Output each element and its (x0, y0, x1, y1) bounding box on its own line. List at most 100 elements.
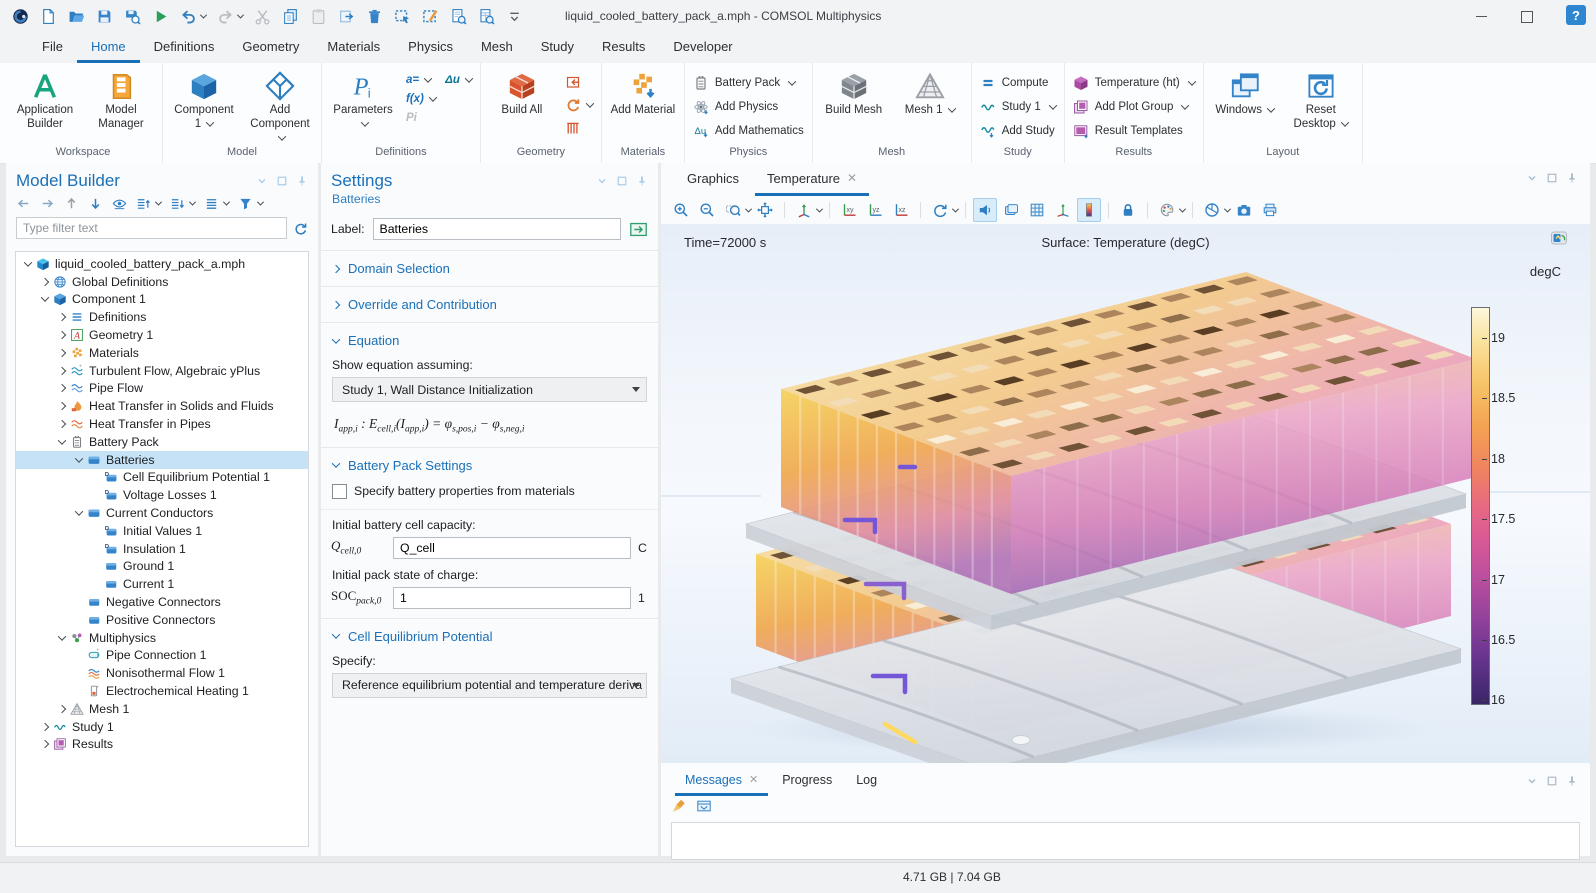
tree-node-component-1[interactable]: Component 1 (16, 291, 308, 309)
cell-potential-dropdown[interactable]: Reference equilibrium potential and temp… (332, 673, 647, 698)
axes-button[interactable] (1051, 198, 1075, 222)
list-down-button[interactable] (170, 196, 195, 211)
ribbon-build-mesh-button[interactable]: Build Mesh (821, 66, 887, 118)
ribbon-reset-desktop-button[interactable]: Reset Desktop (1288, 66, 1354, 132)
menu-tab-study[interactable]: Study (527, 33, 588, 63)
panel-menu-chevron-icon[interactable] (256, 175, 268, 187)
list-up-button[interactable] (136, 196, 161, 211)
specify-from-materials-checkbox[interactable] (332, 484, 347, 499)
view-xz-button[interactable]: xz (889, 198, 913, 222)
ribbon-mini-button[interactable]: a= (406, 74, 431, 86)
funnel-button[interactable] (238, 196, 263, 211)
ribbon-application-builder-button[interactable]: Application Builder (12, 66, 78, 132)
run-button[interactable] (150, 6, 171, 27)
tree-node-insulation-1[interactable]: DInsulation 1 (16, 540, 308, 558)
rename-icon[interactable] (629, 220, 648, 239)
palette-button[interactable] (1155, 198, 1179, 222)
zoom-extents-button[interactable] (753, 198, 777, 222)
tree-node-initial-values-1[interactable]: DInitial Values 1 (16, 522, 308, 540)
shutter-button[interactable] (1200, 198, 1224, 222)
view-xy-button[interactable]: xy (837, 198, 861, 222)
tree-node-definitions[interactable]: Definitions (16, 308, 308, 326)
tree-node-study-1[interactable]: Study 1 (16, 718, 308, 736)
show-eye-button[interactable] (112, 196, 127, 211)
scene-light-button[interactable] (999, 198, 1023, 222)
menu-tab-results[interactable]: Results (588, 33, 659, 63)
new-file-button[interactable] (38, 6, 59, 27)
ribbon-component-1-button[interactable]: Component 1 (171, 66, 237, 132)
tree-node-cell-equilibrium-potential-1[interactable]: DCell Equilibrium Potential 1 (16, 469, 308, 487)
help-button[interactable]: ? (1566, 5, 1586, 25)
equation-assuming-dropdown[interactable]: Study 1, Wall Distance Initialization (332, 377, 647, 402)
section-equation[interactable]: Equation (321, 323, 658, 358)
minimize-button[interactable] (1458, 0, 1504, 33)
section-cell-equilibrium-potential[interactable]: Cell Equilibrium Potential (321, 619, 658, 654)
tree-node-negative-connectors[interactable]: Negative Connectors (16, 593, 308, 611)
open-folder-button[interactable] (66, 6, 87, 27)
go-view-button[interactable] (792, 198, 816, 222)
tree-node-positive-connectors[interactable]: Positive Connectors (16, 611, 308, 629)
zoom-in-button[interactable] (669, 198, 693, 222)
tree-node-liquid-cooled-battery-pack-a-mph[interactable]: liquid_cooled_battery_pack_a.mph (16, 255, 308, 273)
section-override-contribution[interactable]: Override and Contribution (321, 287, 658, 322)
tree-node-nonisothermal-flow-1[interactable]: Nonisothermal Flow 1 (16, 664, 308, 682)
tree-node-mesh-1[interactable]: Mesh 1 (16, 700, 308, 718)
graphics-tab-graphics[interactable]: Graphics (675, 163, 751, 196)
grid-button[interactable] (1025, 198, 1049, 222)
view-yz-button[interactable]: yz (863, 198, 887, 222)
paste-button[interactable] (308, 6, 329, 27)
ribbon-add-plot-group-button[interactable]: Add Plot Group (1073, 99, 1195, 115)
tree-node-geometry-1[interactable]: AGeometry 1 (16, 326, 308, 344)
ribbon-compute-button[interactable]: Compute (980, 75, 1056, 91)
panel-maximize-icon[interactable] (276, 175, 288, 187)
label-input[interactable] (373, 218, 621, 240)
messages-output[interactable] (671, 822, 1580, 860)
refresh-icon[interactable] (293, 221, 308, 236)
panel-maximize-icon[interactable] (1546, 775, 1558, 787)
menu-tab-developer[interactable]: Developer (659, 33, 746, 63)
menu-tab-materials[interactable]: Materials (313, 33, 394, 63)
maximize-button[interactable] (1504, 0, 1550, 33)
tree-node-heat-transfer-in-pipes[interactable]: Heat Transfer in Pipes (16, 415, 308, 433)
tree-node-turbulent-flow-algebraic-yplus[interactable]: *Turbulent Flow, Algebraic yPlus (16, 362, 308, 380)
rotate-button[interactable] (928, 198, 952, 222)
ribbon-mini-button[interactable]: Pi (406, 112, 417, 124)
tree-node-multiphysics[interactable]: Multiphysics (16, 629, 308, 647)
tree-node-global-definitions[interactable]: Global Definitions (16, 273, 308, 291)
tree-node-ground-1[interactable]: Ground 1 (16, 558, 308, 576)
arrow-right-button[interactable] (40, 196, 55, 211)
select-region-button[interactable] (392, 6, 413, 27)
ribbon-mini-button[interactable] (565, 120, 581, 136)
section-domain-selection[interactable]: Domain Selection (321, 251, 658, 286)
graphics-tab-temperature[interactable]: Temperature✕ (755, 163, 869, 196)
ribbon-mini-button[interactable] (565, 74, 581, 90)
list-plain-button[interactable] (204, 196, 229, 211)
tree-node-battery-pack[interactable]: Battery Pack (16, 433, 308, 451)
ribbon-result-templates-button[interactable]: Result Templates (1073, 123, 1195, 139)
speaker-button[interactable] (973, 198, 997, 222)
tree-node-materials[interactable]: Materials (16, 344, 308, 362)
lock-button[interactable] (1116, 198, 1140, 222)
overflow-chevron-button[interactable] (504, 6, 525, 27)
delete-button[interactable] (364, 6, 385, 27)
panel-maximize-icon[interactable] (616, 175, 628, 187)
close-tab-icon[interactable]: ✕ (847, 171, 857, 185)
tree-node-pipe-flow[interactable]: Pipe Flow (16, 380, 308, 398)
panel-pin-icon[interactable] (1566, 775, 1578, 787)
ribbon-temperature-ht--button[interactable]: Temperature (ht) (1073, 75, 1195, 91)
tree-node-results[interactable]: Results (16, 736, 308, 754)
menu-tab-geometry[interactable]: Geometry (228, 33, 313, 63)
save-search-button[interactable] (122, 6, 143, 27)
section-battery-pack-settings[interactable]: Battery Pack Settings (321, 448, 658, 483)
cut-button[interactable] (252, 6, 273, 27)
tree-node-current-conductors[interactable]: Current Conductors (16, 504, 308, 522)
ribbon-add-mathematics-button[interactable]: ΔuAdd Mathematics (693, 123, 804, 139)
panel-pin-icon[interactable] (296, 175, 308, 187)
find-doc-button[interactable] (448, 6, 469, 27)
panel-pin-icon[interactable] (1566, 172, 1578, 184)
menu-tab-physics[interactable]: Physics (394, 33, 467, 63)
arrow-down-button[interactable] (88, 196, 103, 211)
redo-button[interactable] (215, 6, 245, 27)
ribbon-add-physics-button[interactable]: Add Physics (693, 99, 804, 115)
ribbon-windows-button[interactable]: Windows (1212, 66, 1278, 118)
